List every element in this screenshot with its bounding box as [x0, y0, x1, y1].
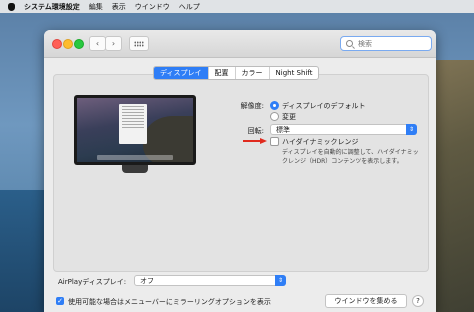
- hdr-checkbox[interactable]: [270, 137, 279, 146]
- resolution-default-radio[interactable]: [270, 101, 279, 110]
- menu-help[interactable]: ヘルプ: [179, 2, 200, 12]
- search-icon: [346, 40, 353, 47]
- screen-wallpaper: [77, 98, 193, 162]
- screen-document-window: [119, 104, 147, 144]
- minimize-button[interactable]: [63, 39, 73, 49]
- tab-bar: ディスプレイ 配置 カラー Night Shift: [153, 66, 320, 80]
- monitor-preview: [74, 95, 196, 173]
- display-panel: 解像度: ディスプレイのデフォルト 変更 回転: 標準 ⇕ ハイダイナミックレン…: [53, 74, 429, 272]
- resolution-scaled-label[interactable]: 変更: [282, 112, 296, 122]
- close-button[interactable]: [52, 39, 62, 49]
- annotation-arrow: [243, 138, 267, 144]
- resolution-label: 解像度:: [240, 102, 264, 110]
- show-all-button[interactable]: [129, 36, 149, 51]
- apple-icon[interactable]: [8, 2, 15, 11]
- tab-display[interactable]: ディスプレイ: [154, 67, 209, 79]
- menu-view[interactable]: 表示: [112, 2, 126, 12]
- back-button[interactable]: ‹: [89, 36, 106, 51]
- hdr-description: ディスプレイを自動的に調整して、ハイダイナミックレンジ（HDR）コンテンツを表示…: [282, 149, 419, 165]
- help-button[interactable]: ?: [412, 295, 424, 307]
- tab-night-shift[interactable]: Night Shift: [270, 67, 319, 79]
- airplay-select[interactable]: オフ ⇕: [134, 275, 286, 286]
- chevron-up-down-icon: ⇕: [406, 124, 417, 135]
- rotation-label: 回転:: [247, 127, 264, 135]
- bottom-bar: AirPlayディスプレイ: オフ ⇕ ✓ 使用可能な場合はメニューバーにミラー…: [44, 274, 436, 312]
- monitor-screen: [74, 95, 196, 165]
- checkmark-icon: ✓: [57, 297, 63, 305]
- forward-button[interactable]: ›: [105, 36, 122, 51]
- menu-app-name[interactable]: システム環境設定: [24, 2, 80, 12]
- gather-windows-button[interactable]: ウインドウを集める: [325, 294, 407, 308]
- zoom-button[interactable]: [74, 39, 84, 49]
- chevron-up-down-icon: ⇕: [275, 275, 286, 286]
- display-preferences-window: ‹ › 解像度: [44, 30, 436, 312]
- chevron-right-icon: ›: [111, 39, 116, 48]
- rotation-select[interactable]: 標準 ⇕: [270, 124, 417, 135]
- tab-arrangement[interactable]: 配置: [209, 67, 236, 79]
- tab-color[interactable]: カラー: [236, 67, 270, 79]
- search-input[interactable]: [358, 39, 428, 48]
- mirroring-label[interactable]: 使用可能な場合はメニューバーにミラーリングオプションを表示: [68, 297, 271, 307]
- hdr-label[interactable]: ハイダイナミックレンジ: [282, 137, 358, 147]
- search-field[interactable]: [340, 36, 432, 51]
- airplay-value: オフ: [140, 277, 154, 285]
- grid-icon: [134, 40, 144, 47]
- menu-window[interactable]: ウインドウ: [135, 2, 170, 12]
- mirroring-checkbox[interactable]: ✓: [56, 297, 64, 305]
- monitor-stand: [122, 165, 148, 173]
- airplay-label: AirPlayディスプレイ:: [58, 278, 127, 286]
- resolution-scaled-radio[interactable]: [270, 112, 279, 121]
- menu-edit[interactable]: 編集: [89, 2, 103, 12]
- title-bar: ‹ ›: [44, 30, 436, 58]
- resolution-default-label[interactable]: ディスプレイのデフォルト: [282, 101, 366, 111]
- screen-dock: [97, 155, 173, 160]
- menu-bar: システム環境設定 編集 表示 ウインドウ ヘルプ: [0, 0, 474, 13]
- rotation-value: 標準: [276, 126, 290, 134]
- chevron-left-icon: ‹: [95, 39, 100, 48]
